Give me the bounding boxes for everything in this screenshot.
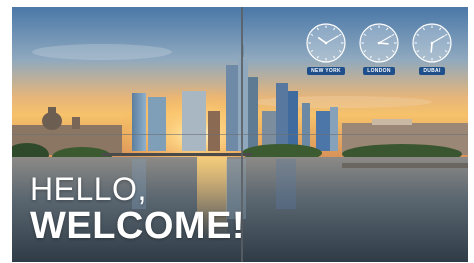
clock-city-label: NEW YORK: [307, 67, 345, 75]
clock-hour-hand: [378, 42, 389, 45]
greeting-hello-text: HELLO,: [30, 171, 147, 207]
clock-face-icon: [306, 23, 346, 63]
clock-city-label: DUBAI: [419, 67, 445, 75]
greeting-welcome-text: WELCOME!: [30, 205, 246, 247]
video-wall-display: NEW YORK LONDON DUBAI HELLO, WELCOME!: [12, 7, 468, 262]
clock-london: LONDON: [357, 23, 401, 75]
world-clocks: NEW YORK LONDON DUBAI: [304, 23, 454, 75]
clock-face-icon: [412, 23, 452, 63]
screen-seam-horizontal: [12, 134, 468, 135]
welcome-greeting: HELLO, WELCOME!: [30, 172, 245, 246]
clock-hour-hand: [430, 42, 433, 53]
clock-dubai: DUBAI: [410, 23, 454, 75]
clock-city-label: LONDON: [363, 67, 395, 75]
clock-face-icon: [359, 23, 399, 63]
clock-new-york: NEW YORK: [304, 23, 348, 75]
